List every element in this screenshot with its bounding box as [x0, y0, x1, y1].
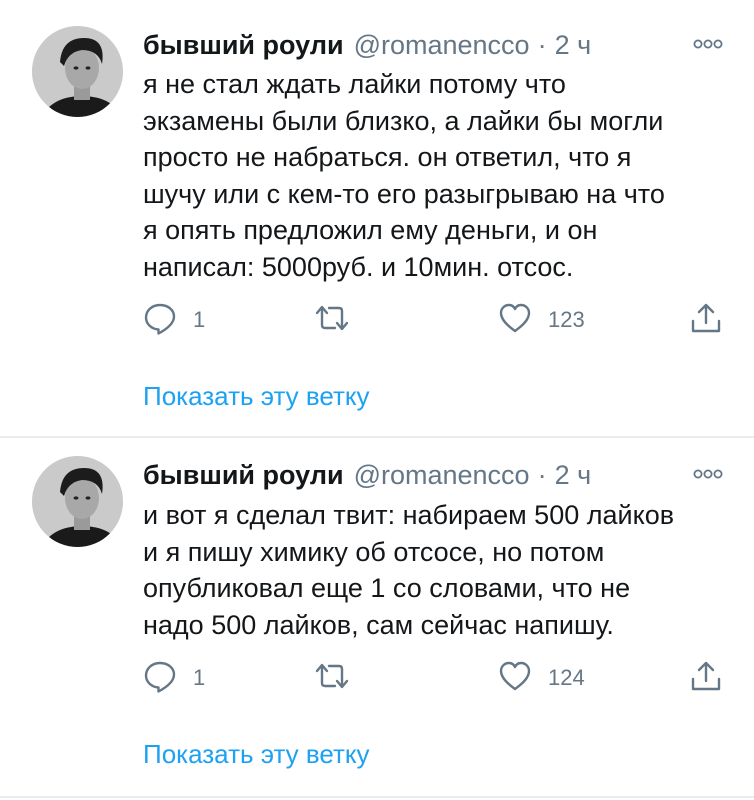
heart-icon: [498, 302, 532, 339]
tweet[interactable]: бывший роули @romanencco · 2 ч и вот я с…: [0, 438, 754, 797]
show-thread-link[interactable]: Показать эту ветку: [143, 739, 370, 770]
like-button[interactable]: 123: [498, 300, 585, 340]
heart-icon: [498, 660, 532, 697]
avatar[interactable]: [32, 26, 123, 117]
avatar-image: [32, 456, 123, 547]
user-handle[interactable]: @romanencco: [354, 460, 530, 491]
reply-icon: [143, 301, 177, 340]
user-handle[interactable]: @romanencco: [354, 30, 530, 61]
timeline: бывший роули @romanencco · 2 ч я не стал…: [0, 0, 754, 800]
reply-button[interactable]: 1: [143, 300, 205, 340]
avatar-image: [32, 26, 123, 117]
retweet-icon: [313, 659, 351, 698]
share-button[interactable]: [689, 658, 723, 698]
more-options-icon[interactable]: [692, 464, 724, 484]
separator-dot: ·: [537, 30, 547, 60]
tweet-header: бывший роули @romanencco · 2 ч: [143, 30, 591, 66]
tweet-text: я не стал ждать лайки потому что экзамен…: [143, 69, 665, 282]
share-icon: [689, 659, 723, 698]
reply-icon: [143, 659, 177, 698]
like-count: 123: [548, 307, 585, 332]
reply-count: 1: [193, 665, 206, 690]
like-button[interactable]: 124: [498, 658, 585, 698]
more-options-icon[interactable]: [692, 34, 724, 54]
tweet-actions: 1 124: [143, 658, 733, 698]
retweet-icon: [313, 301, 351, 340]
display-name[interactable]: бывший роули: [143, 30, 344, 61]
show-thread-link[interactable]: Показать эту ветку: [143, 381, 370, 412]
retweet-button[interactable]: [313, 658, 367, 698]
tweet-actions: 1 123: [143, 300, 733, 340]
reply-count: 1: [193, 307, 206, 332]
separator-dot: ·: [537, 460, 547, 490]
display-name[interactable]: бывший роули: [143, 460, 344, 491]
divider: [0, 796, 754, 798]
share-button[interactable]: [689, 300, 723, 340]
share-icon: [689, 301, 723, 340]
timestamp[interactable]: 2 ч: [555, 30, 592, 61]
reply-button[interactable]: 1: [143, 658, 205, 698]
like-count: 124: [548, 665, 585, 690]
retweet-button[interactable]: [313, 300, 367, 340]
timestamp[interactable]: 2 ч: [555, 460, 592, 491]
tweet-text: и вот я сделал твит: набираем 500 лайков…: [143, 500, 675, 640]
avatar[interactable]: [32, 456, 123, 547]
tweet-header: бывший роули @romanencco · 2 ч: [143, 460, 591, 496]
tweet[interactable]: бывший роули @romanencco · 2 ч я не стал…: [0, 0, 754, 436]
